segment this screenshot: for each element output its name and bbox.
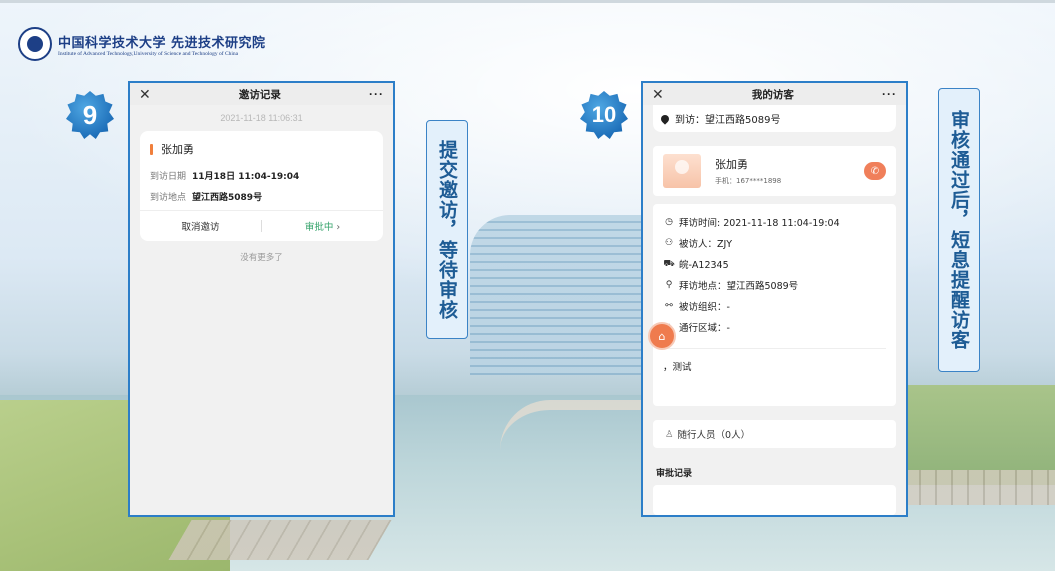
- companions-text: 随行人员（0人）: [677, 430, 751, 441]
- visitor-phone: 手机：167****1898: [715, 177, 782, 185]
- phone-screen-invite-records: ✕ 邀访记录 ··· 2021-11-18 11:06:31 张加勇 到访日期 …: [128, 81, 395, 517]
- visit-note: ，测试: [663, 348, 886, 373]
- detail-row: ⚲ 拜访地点：望江西路5089号: [663, 278, 886, 292]
- top-border: [0, 0, 1055, 3]
- destination-text: 到访：望江西路5089号: [675, 115, 781, 126]
- place-label: 到访地点: [150, 193, 187, 203]
- destination-header: 到访：望江西路5089号: [653, 105, 896, 132]
- home-icon[interactable]: ⌂: [648, 322, 676, 350]
- invite-record-card[interactable]: 张加勇 到访日期 11月18日 11:04-19:04 到访地点 望江西路508…: [140, 131, 383, 241]
- detail-row: ⛟ 皖-A12345: [663, 258, 729, 272]
- approval-record-card: [653, 485, 896, 515]
- more-icon[interactable]: ···: [369, 87, 384, 101]
- logo-english-name: Institute of Advanced Technology,Univers…: [58, 50, 239, 57]
- date-value: 11月18日 11:04-19:04: [192, 172, 300, 182]
- more-icon[interactable]: ···: [882, 87, 897, 101]
- caption-submit-invite: 提交邀访，等待审核: [426, 120, 468, 339]
- location-icon: ⚲: [665, 280, 673, 290]
- clock-icon: ◷: [665, 217, 673, 227]
- visitor-name: 张加勇: [161, 143, 194, 156]
- phone-icon[interactable]: ✆: [864, 162, 886, 180]
- approval-status-link[interactable]: 审批中 ›: [262, 219, 383, 233]
- logo-chinese-name: 中国科学技术大学 先进技术研究院: [58, 35, 266, 51]
- institute-logo: 中国科学技术大学 先进技术研究院 Institute of Advanced T…: [18, 27, 266, 61]
- cancel-invite-button[interactable]: 取消邀访: [140, 219, 261, 233]
- map-pin-icon: [659, 112, 671, 125]
- page-title: 邀访记录: [238, 88, 281, 101]
- org-icon: ⚯: [665, 301, 673, 311]
- companions-row[interactable]: ♙ 随行人员（0人）: [653, 420, 896, 448]
- no-more-text: 没有更多了: [240, 253, 283, 263]
- approval-records-heading: 审批记录: [656, 469, 693, 479]
- avatar: [663, 154, 701, 188]
- phone-screen-my-visitors: ✕ 我的访客 ··· 到访：望江西路5089号 张加勇 手机：167****18…: [641, 81, 908, 517]
- place-value: 望江西路5089号: [192, 193, 263, 203]
- page-title: 我的访客: [751, 88, 794, 101]
- caption-approved-sms: 审核通过后，短息提醒访客: [938, 88, 980, 372]
- car-icon: ⛟: [663, 258, 675, 269]
- visitor-name: 张加勇: [715, 158, 748, 171]
- date-label: 到访日期: [150, 172, 187, 182]
- close-icon[interactable]: ✕: [139, 86, 151, 103]
- person-icon: ⚇: [664, 238, 674, 248]
- visit-details: ◷ 拜访时间: 2021-11-18 11:04-19:04 ⚇ 被访人：ZJY ⛟…: [653, 204, 896, 406]
- accent-bar: [150, 143, 153, 155]
- detail-row: ⚇ 被访人：ZJY: [664, 238, 733, 250]
- nav-bar: ✕ 邀访记录 ···: [130, 83, 393, 105]
- detail-row: ◷ 拜访时间: 2021-11-18 11:04-19:04: [663, 215, 886, 229]
- detail-row: ⚯ 被访组织：-: [663, 299, 886, 313]
- university-seal-icon: [18, 27, 52, 61]
- nav-bar: ✕ 我的访客 ···: [643, 83, 906, 105]
- record-timestamp: 2021-11-18 11:06:31: [220, 113, 303, 123]
- close-icon[interactable]: ✕: [652, 86, 664, 103]
- detail-row: ⌂通行区域：-: [663, 320, 886, 334]
- person-icon: ♙: [665, 428, 674, 440]
- visitor-card: 张加勇 手机：167****1898 ✆: [653, 146, 896, 196]
- card-actions: 取消邀访 审批中 ›: [140, 210, 383, 241]
- chevron-right-icon: ›: [336, 222, 341, 233]
